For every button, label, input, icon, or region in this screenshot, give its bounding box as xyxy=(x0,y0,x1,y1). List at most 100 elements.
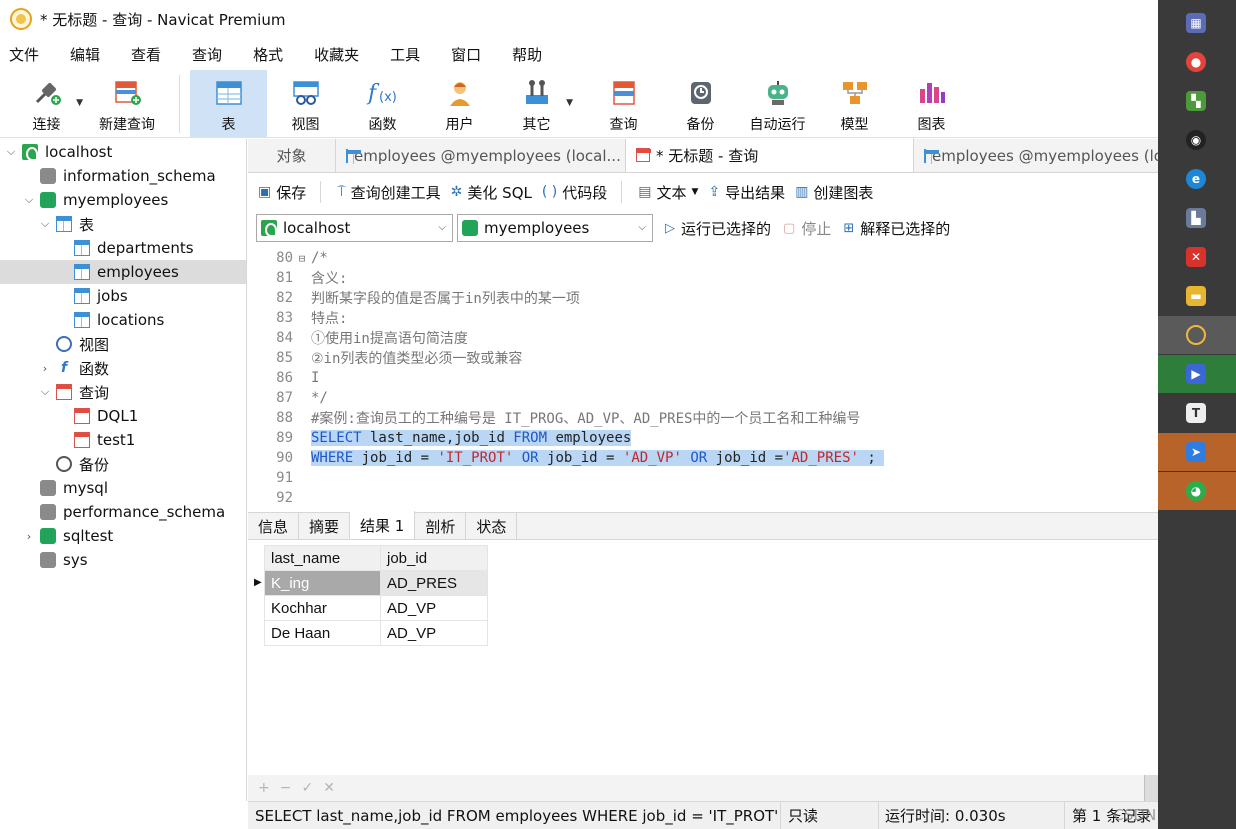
menu-file[interactable]: 文件 xyxy=(9,44,39,65)
tree-node-tables[interactable]: ⌵ 表 xyxy=(0,212,246,236)
tree-node-sqltest[interactable]: › sqltest xyxy=(0,524,246,548)
tree-node-information-schema[interactable]: information_schema xyxy=(0,164,246,188)
save-button[interactable]: ▣ 保存 xyxy=(258,182,306,203)
taskbar-feishu[interactable]: ➤ xyxy=(1158,433,1236,471)
tree-node-functions[interactable]: › f 函数 xyxy=(0,356,246,380)
new-query-button[interactable]: 新建查询 xyxy=(85,70,169,137)
taskbar-wechat[interactable]: ◕ xyxy=(1158,472,1236,510)
fold-toggle-icon[interactable]: ⊟ xyxy=(293,252,311,265)
explain-selected-button[interactable]: ⊞ 解释已选择的 xyxy=(843,218,950,239)
chevron-right-icon[interactable]: › xyxy=(22,530,36,543)
query-builder-button[interactable]: ⍑ 查询创建工具 xyxy=(337,182,440,203)
tree-node-backups[interactable]: 备份 xyxy=(0,452,246,476)
column-header-job-id[interactable]: job_id xyxy=(380,545,488,571)
tab-objects[interactable]: 对象 xyxy=(248,139,336,172)
sql-editor[interactable]: 80 ⊟ /* 81 含义: 82 判断某字段的值是否属于in列表中的某一项 8… xyxy=(248,248,1158,510)
table-row[interactable]: K_ing AD_PRES xyxy=(264,570,488,596)
taskbar-calculator[interactable]: ▦ xyxy=(1158,4,1236,42)
create-chart-button[interactable]: ▥ 创建图表 xyxy=(795,182,873,203)
backup-button[interactable]: 备份 xyxy=(662,70,739,137)
taskbar-app-3[interactable]: ▚ xyxy=(1158,82,1236,120)
stop-button[interactable]: ▢ 停止 xyxy=(783,218,831,239)
apply-changes-button[interactable]: ✓ xyxy=(301,780,313,796)
taskbar-chrome[interactable]: ● xyxy=(1158,43,1236,81)
menu-help[interactable]: 帮助 xyxy=(512,44,542,65)
tree-node-views[interactable]: 视图 xyxy=(0,332,246,356)
menu-favorites[interactable]: 收藏夹 xyxy=(314,44,359,65)
query-button[interactable]: 查询 xyxy=(585,70,662,137)
taskbar-file-explorer[interactable]: ▬ xyxy=(1158,277,1236,315)
taskbar-typora[interactable]: T xyxy=(1158,394,1236,432)
view-button[interactable]: 视图 xyxy=(267,70,344,137)
tree-node-localhost[interactable]: ⌵ localhost xyxy=(0,140,246,164)
connect-button[interactable]: 连接 ▼ xyxy=(8,70,85,137)
taskbar-app-6[interactable]: ▙ xyxy=(1158,199,1236,237)
table-button[interactable]: 表 xyxy=(190,70,267,137)
user-button[interactable]: 用户 xyxy=(421,70,498,137)
tree-node-departments[interactable]: departments xyxy=(0,236,246,260)
menu-query[interactable]: 查询 xyxy=(192,44,222,65)
discard-changes-button[interactable]: ✕ xyxy=(323,780,335,796)
delete-record-button[interactable]: − xyxy=(280,780,292,796)
taskbar-edge[interactable]: e xyxy=(1158,160,1236,198)
tree-node-query-test1[interactable]: test1 xyxy=(0,428,246,452)
tab-summary[interactable]: 摘要 xyxy=(299,513,351,539)
function-button[interactable]: f (x) 函数 xyxy=(344,70,421,137)
tree-node-performance-schema[interactable]: performance_schema xyxy=(0,500,246,524)
chart-button[interactable]: 图表 xyxy=(893,70,970,137)
add-record-button[interactable]: + xyxy=(258,780,270,796)
tree-node-queries[interactable]: ⌵ 查询 xyxy=(0,380,246,404)
taskbar-app-10[interactable]: ▶ xyxy=(1158,355,1236,393)
text-button[interactable]: ▤ 文本 ▼ xyxy=(638,182,698,203)
chevron-down-icon[interactable]: ⌵ xyxy=(38,385,52,399)
code-snippet-button[interactable]: ( ) 代码段 xyxy=(542,182,607,203)
table-cell[interactable]: K_ing xyxy=(264,570,381,596)
tab-profile[interactable]: 剖析 xyxy=(415,513,467,539)
table-cell[interactable]: Kochhar xyxy=(264,595,381,621)
tab-employees-table[interactable]: employees @myemployees (local... xyxy=(336,139,626,172)
menu-edit[interactable]: 编辑 xyxy=(70,44,100,65)
tree-node-mysql[interactable]: mysql xyxy=(0,476,246,500)
table-row[interactable]: De Haan AD_VP xyxy=(264,620,488,646)
table-cell[interactable]: AD_PRES xyxy=(380,570,488,596)
table-cell[interactable]: AD_VP xyxy=(380,595,488,621)
tab-info[interactable]: 信息 xyxy=(248,513,300,539)
taskbar-xmind[interactable]: ✕ xyxy=(1158,238,1236,276)
export-result-button[interactable]: ⇪ 导出结果 xyxy=(708,182,785,203)
taskbar-navicat[interactable] xyxy=(1158,316,1236,354)
table-cell[interactable]: De Haan xyxy=(264,620,381,646)
column-header-last-name[interactable]: last_name xyxy=(264,545,381,571)
automation-button[interactable]: 自动运行 xyxy=(739,70,816,137)
beautify-sql-button[interactable]: ✲ 美化 SQL xyxy=(451,182,532,203)
tab-result-1[interactable]: 结果 1 xyxy=(350,511,416,539)
tree-node-jobs[interactable]: jobs xyxy=(0,284,246,308)
database-select[interactable]: myemployees ⌵ xyxy=(457,214,653,242)
tree-node-myemployees[interactable]: ⌵ myemployees xyxy=(0,188,246,212)
tree-node-sys[interactable]: sys xyxy=(0,548,246,572)
chevron-down-icon[interactable]: ▼ xyxy=(76,98,83,108)
chevron-down-icon[interactable]: ▼ xyxy=(566,98,573,108)
run-selected-button[interactable]: ▷ 运行已选择的 xyxy=(665,218,771,239)
tab-untitled-query[interactable]: * 无标题 - 查询 xyxy=(626,138,914,172)
menu-tools[interactable]: 工具 xyxy=(390,44,420,65)
tree-node-query-dql1[interactable]: DQL1 xyxy=(0,404,246,428)
tree-node-employees[interactable]: employees xyxy=(0,260,246,284)
other-button[interactable]: 其它 ▼ xyxy=(498,70,575,137)
table-cell[interactable]: AD_VP xyxy=(380,620,488,646)
tree-node-locations[interactable]: locations xyxy=(0,308,246,332)
tab-employees-design[interactable]: employees @myemployees (lo xyxy=(914,139,1158,172)
menu-window[interactable]: 窗口 xyxy=(451,44,481,65)
grid-view-toggle-icon[interactable] xyxy=(1144,775,1158,801)
tab-status[interactable]: 状态 xyxy=(466,513,518,539)
chevron-down-icon[interactable]: ⌵ xyxy=(4,145,18,159)
main-toolbar: 连接 ▼ 新建查询 表 视图 f (x) 函数 用户 其它 ▼ 查询 备份 自动… xyxy=(0,70,1158,138)
menu-format[interactable]: 格式 xyxy=(253,44,283,65)
taskbar-qq[interactable]: ◉ xyxy=(1158,121,1236,159)
chevron-down-icon[interactable]: ⌵ xyxy=(22,193,36,207)
chevron-down-icon[interactable]: ⌵ xyxy=(38,217,52,231)
chevron-right-icon[interactable]: › xyxy=(38,362,52,375)
connection-select[interactable]: localhost ⌵ xyxy=(256,214,453,242)
table-row[interactable]: Kochhar AD_VP xyxy=(264,595,488,621)
model-button[interactable]: 模型 xyxy=(816,70,893,137)
menu-view[interactable]: 查看 xyxy=(131,44,161,65)
